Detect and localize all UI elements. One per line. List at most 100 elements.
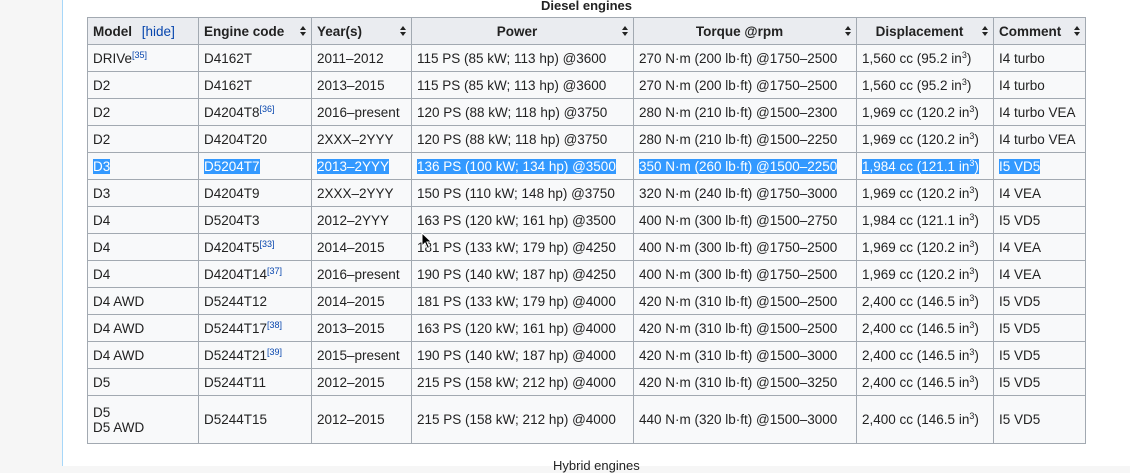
table-row: D2 D4204T20 2XXX–2YYY 120 PS (88 kW; 118… <box>87 125 1086 153</box>
table-row-selected: D3 D5204T7 2013–2YYY 136 PS (100 kW; 134… <box>87 152 1086 180</box>
cell-displacement: 1,969 cc (120.2 in3) <box>856 260 994 288</box>
table-row: D5 D5 AWD D5244T15 2012–2015 215 PS (158 … <box>87 395 1086 444</box>
cell-displacement: 1,984 cc (121.1 in3) <box>856 206 994 234</box>
col-header-power[interactable]: Power <box>411 17 634 45</box>
cell-comment: I5 VD5 <box>993 341 1086 369</box>
table-row: D4 AWD D5244T17[38] 2013–2015 163 PS (12… <box>87 314 1086 342</box>
cell-displacement: 2,400 cc (146.5 in3) <box>856 368 994 396</box>
cell-model: D2 <box>87 71 199 99</box>
cell-comment: I4 turbo VEA <box>993 125 1086 153</box>
sort-both-icon[interactable] <box>622 26 628 36</box>
cell-years: 2013–2015 <box>311 314 412 342</box>
cell-years: 2011–2012 <box>311 44 412 72</box>
cell-torque: 280 N·m (210 lb·ft) @1500–2300 <box>633 98 857 126</box>
cell-comment: I5 VD5 <box>993 287 1086 315</box>
cell-engine-code: D4204T5[33] <box>198 233 312 261</box>
reference-link[interactable]: [36] <box>260 104 275 114</box>
cell-power: 190 PS (140 kW; 187 hp) @4000 <box>411 341 634 369</box>
reference-link[interactable]: [37] <box>267 266 282 276</box>
cell-years: 2013–2YYY <box>311 152 412 180</box>
table-row: D5 D5244T11 2012–2015 215 PS (158 kW; 21… <box>87 368 1086 396</box>
cell-engine-code: D5244T17[38] <box>198 314 312 342</box>
diesel-engines-table: Model [hide] Engine code Year(s) Power T… <box>87 17 1086 444</box>
reference-link[interactable]: [33] <box>260 239 275 249</box>
cell-engine-code: D5244T21[39] <box>198 341 312 369</box>
cell-years: 2014–2015 <box>311 233 412 261</box>
reference-link[interactable]: [35] <box>132 50 147 60</box>
col-header-comment[interactable]: Comment <box>993 17 1086 45</box>
cell-power: 215 PS (158 kW; 212 hp) @4000 <box>411 395 634 444</box>
col-header-engine-code[interactable]: Engine code <box>198 17 312 45</box>
sort-both-icon[interactable] <box>400 26 406 36</box>
sort-both-icon[interactable] <box>1074 26 1080 36</box>
cell-displacement: 1,560 cc (95.2 in3) <box>856 71 994 99</box>
table-row: D2 D4204T8[36] 2016–present 120 PS (88 k… <box>87 98 1086 126</box>
cell-model: D3 <box>87 179 199 207</box>
col-header-model[interactable]: Model [hide] <box>87 17 199 45</box>
table-caption: Diesel engines <box>540 0 633 13</box>
table-row: DRIVe[35] D4162T 2011–2012 115 PS (85 kW… <box>87 44 1086 72</box>
hide-link[interactable]: [hide] <box>142 24 175 39</box>
cell-comment: I4 VEA <box>993 260 1086 288</box>
reference-link[interactable]: [38] <box>267 320 282 330</box>
cell-power: 190 PS (140 kW; 187 hp) @4250 <box>411 260 634 288</box>
cell-model: D2 <box>87 125 199 153</box>
cell-displacement: 1,969 cc (120.2 in3) <box>856 125 994 153</box>
cell-years: 2014–2015 <box>311 287 412 315</box>
cell-model: D2 <box>87 98 199 126</box>
cell-torque: 400 N·m (300 lb·ft) @1750–2500 <box>633 233 857 261</box>
sort-both-icon[interactable] <box>982 26 988 36</box>
cell-displacement: 1,969 cc (120.2 in3) <box>856 179 994 207</box>
table-row: D4 AWD D5244T12 2014–2015 181 PS (133 kW… <box>87 287 1086 315</box>
cell-engine-code: D4204T20 <box>198 125 312 153</box>
cell-displacement: 2,400 cc (146.5 in3) <box>856 287 994 315</box>
cell-displacement: 2,400 cc (146.5 in3) <box>856 314 994 342</box>
cell-displacement: 1,560 cc (95.2 in3) <box>856 44 994 72</box>
table-row: D4 D4204T14[37] 2016–present 190 PS (140… <box>87 260 1086 288</box>
cell-engine-code: D4162T <box>198 71 312 99</box>
cell-model: D4 <box>87 206 199 234</box>
cell-model: D4 AWD <box>87 341 199 369</box>
table-header-row: Model [hide] Engine code Year(s) Power T… <box>87 17 1086 45</box>
col-header-years[interactable]: Year(s) <box>311 17 412 45</box>
cell-years: 2012–2015 <box>311 368 412 396</box>
table-row: D4 D4204T5[33] 2014–2015 181 PS (133 kW;… <box>87 233 1086 261</box>
cell-model: D4 <box>87 233 199 261</box>
cell-engine-code: D5204T7 <box>198 152 312 180</box>
cell-power: 115 PS (85 kW; 113 hp) @3600 <box>411 71 634 99</box>
cell-engine-code: D4204T9 <box>198 179 312 207</box>
cell-comment: I4 turbo VEA <box>993 98 1086 126</box>
cell-displacement: 1,969 cc (120.2 in3) <box>856 233 994 261</box>
cell-engine-code: D5244T12 <box>198 287 312 315</box>
table-row: D3 D4204T9 2XXX–2YYY 150 PS (110 kW; 148… <box>87 179 1086 207</box>
cell-years: 2XXX–2YYY <box>311 179 412 207</box>
col-header-torque[interactable]: Torque @rpm <box>633 17 857 45</box>
cell-displacement: 1,984 cc (121.1 in3) <box>856 152 994 180</box>
cell-model: D4 <box>87 260 199 288</box>
sort-both-icon[interactable] <box>300 26 306 36</box>
cell-displacement: 1,969 cc (120.2 in3) <box>856 98 994 126</box>
cell-years: 2012–2YYY <box>311 206 412 234</box>
cell-comment: I5 VD5 <box>993 368 1086 396</box>
cell-power: 163 PS (120 kW; 161 hp) @3500 <box>411 206 634 234</box>
cell-years: 2016–present <box>311 98 412 126</box>
cell-torque: 420 N·m (310 lb·ft) @1500–3250 <box>633 368 857 396</box>
cell-engine-code: D4204T14[37] <box>198 260 312 288</box>
cell-comment: I4 VEA <box>993 179 1086 207</box>
sort-both-icon[interactable] <box>845 26 851 36</box>
cell-torque: 270 N·m (200 lb·ft) @1750–2500 <box>633 44 857 72</box>
cell-torque: 270 N·m (200 lb·ft) @1750–2500 <box>633 71 857 99</box>
cell-torque: 420 N·m (310 lb·ft) @1500–3000 <box>633 341 857 369</box>
reference-link[interactable]: [39] <box>267 347 282 357</box>
cell-comment: I5 VD5 <box>993 395 1086 444</box>
cell-model: D3 <box>87 152 199 180</box>
mouse-cursor-icon <box>421 232 433 250</box>
cell-engine-code: D4162T <box>198 44 312 72</box>
cell-model: D5 <box>87 368 199 396</box>
cell-model: DRIVe[35] <box>87 44 199 72</box>
cell-comment: I4 turbo <box>993 44 1086 72</box>
cell-torque: 420 N·m (310 lb·ft) @1500–2500 <box>633 314 857 342</box>
cell-years: 2016–present <box>311 260 412 288</box>
col-header-displacement[interactable]: Displacement <box>856 17 994 45</box>
hide-link-text[interactable]: hide <box>146 24 172 39</box>
